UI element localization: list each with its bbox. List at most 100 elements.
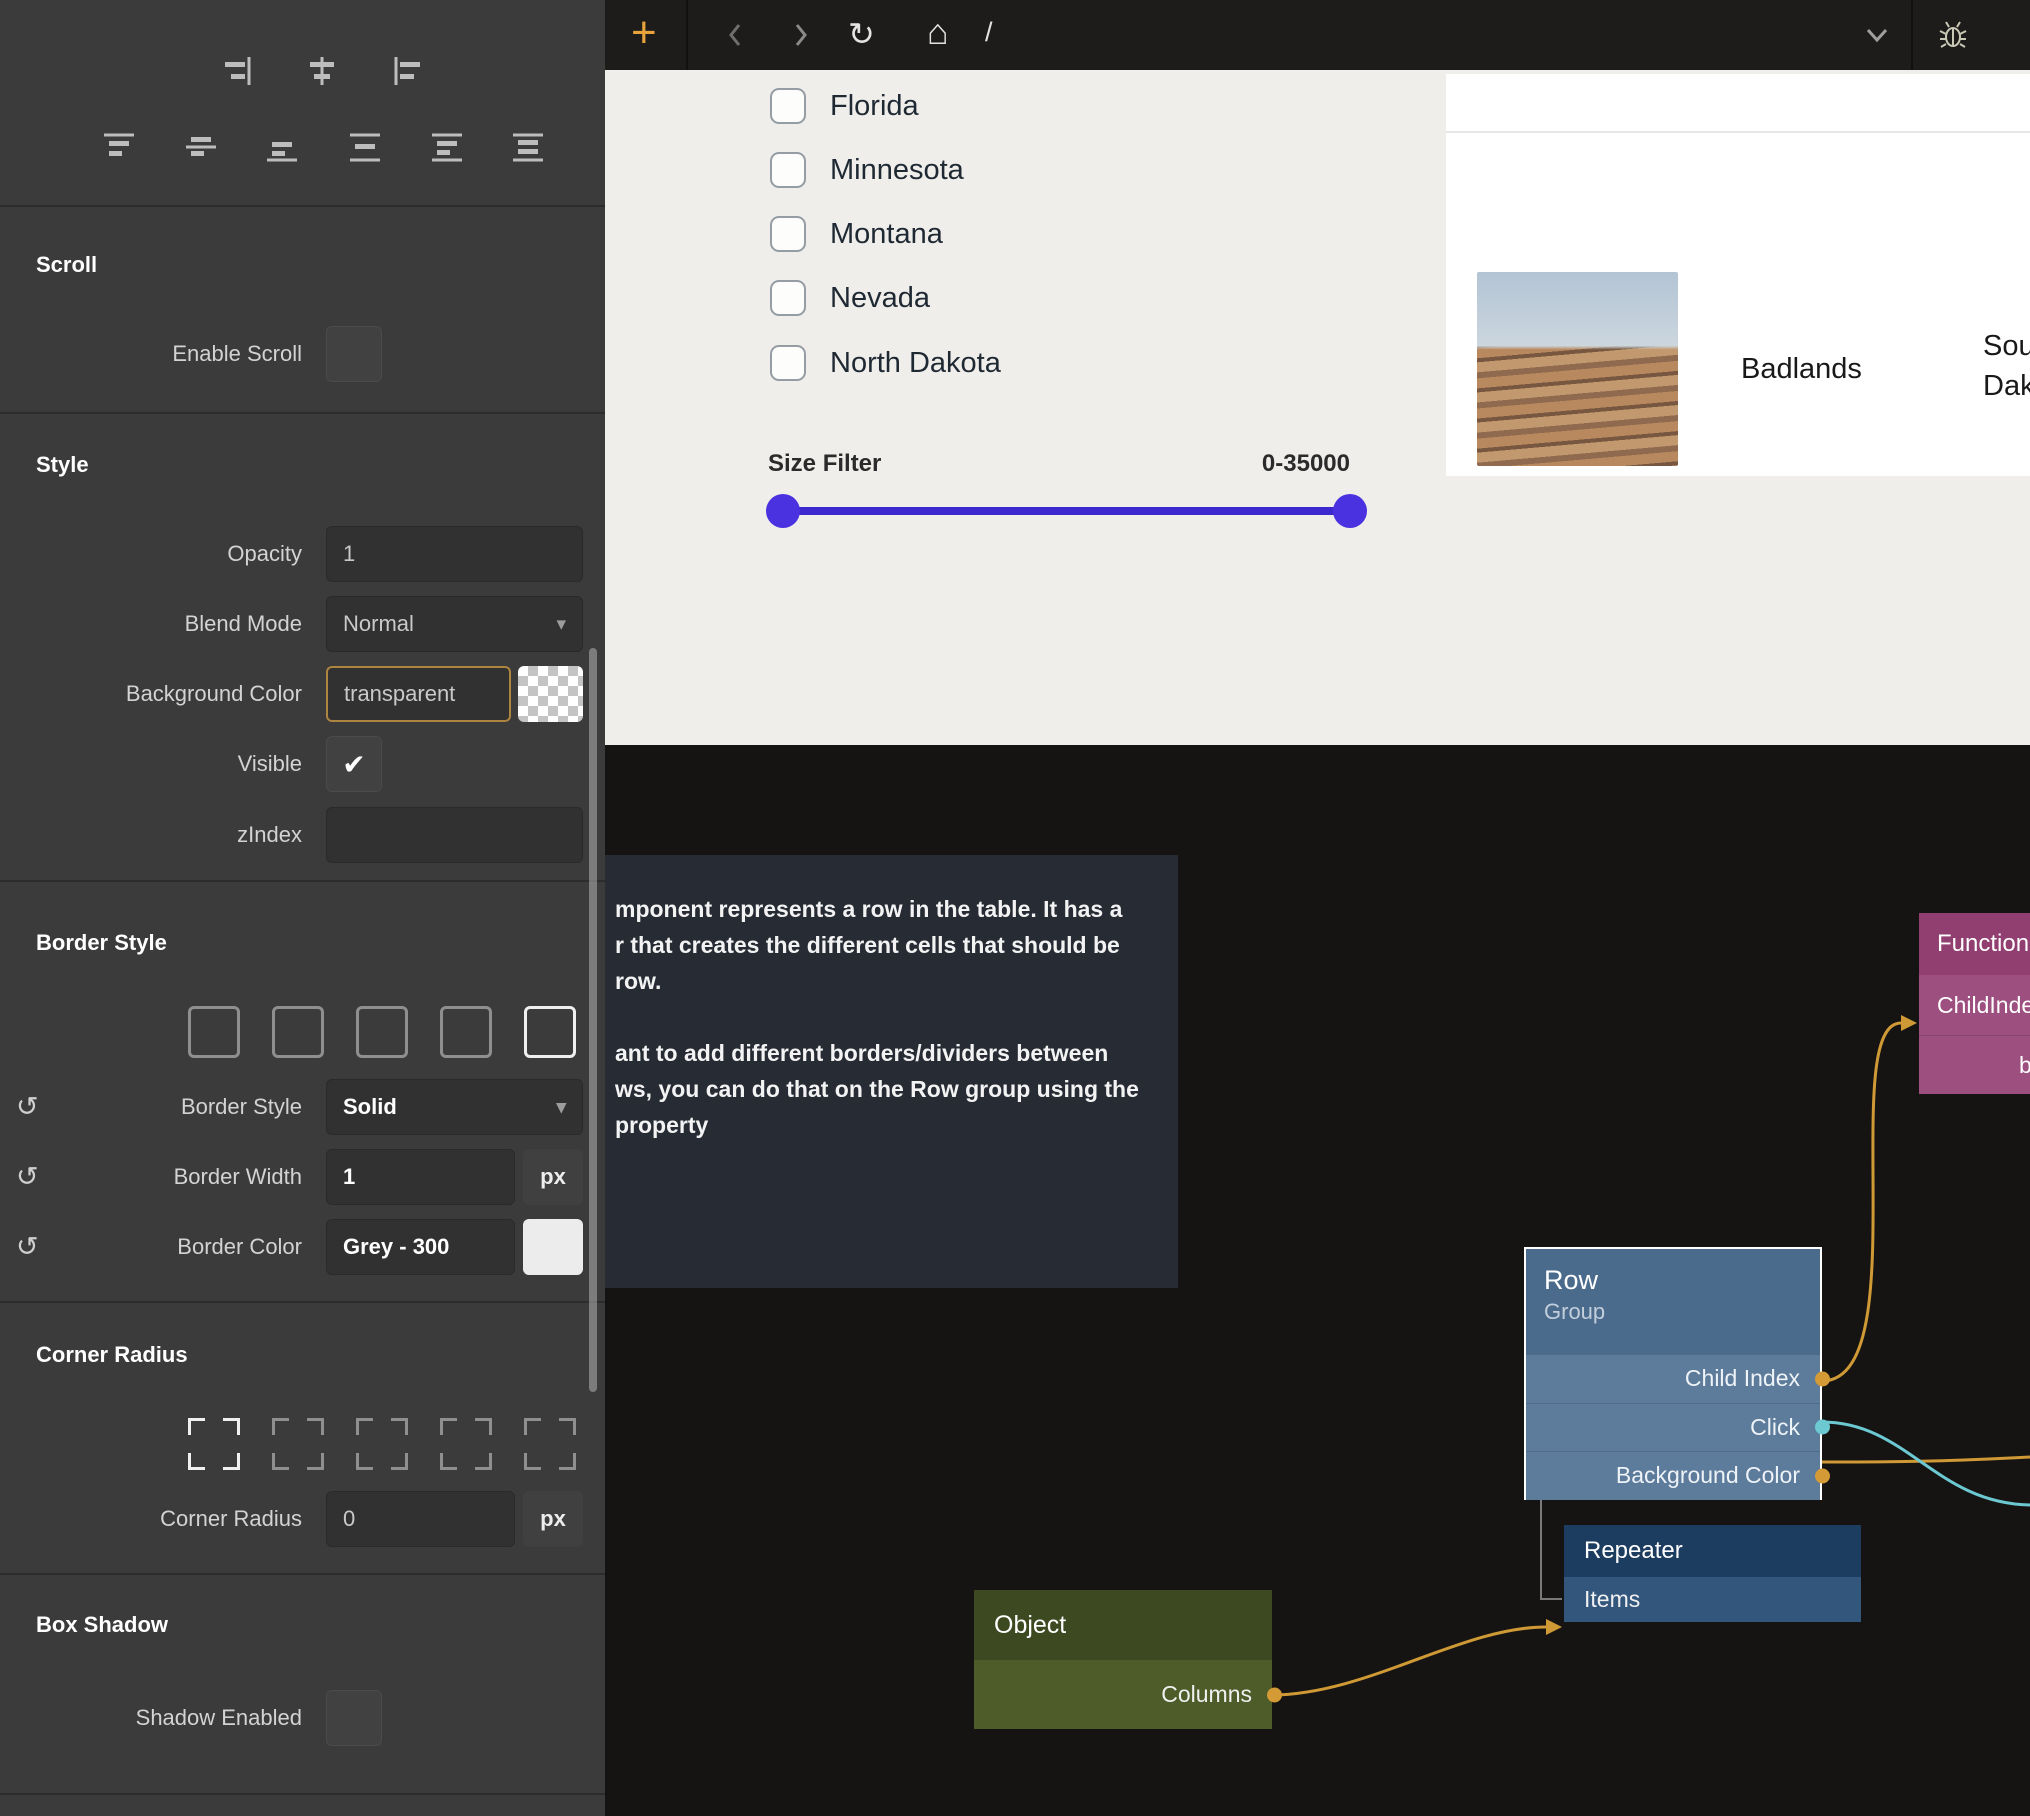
slider-handle-max[interactable] (1333, 494, 1367, 528)
park-state: Sou Dak (1983, 326, 2030, 406)
align-middle-icon[interactable] (182, 129, 220, 165)
checkbox[interactable] (770, 345, 806, 381)
border-style-select[interactable]: Solid ▾ (326, 1079, 583, 1135)
blend-mode-select[interactable]: Normal ▾ (326, 596, 583, 652)
reload-icon[interactable]: ↻ (848, 15, 875, 53)
node-row[interactable]: Row Group Child Index Click Background C… (1524, 1247, 1822, 1500)
forward-icon[interactable] (791, 19, 811, 56)
border-top-icon[interactable] (272, 1006, 324, 1058)
visible-checkbox[interactable]: ✔ (326, 736, 382, 792)
corner-top-right-icon[interactable] (356, 1418, 408, 1470)
node-function[interactable]: Function ChildInde b (1919, 913, 2030, 1094)
align-center-horizontal-icon[interactable] (303, 54, 341, 90)
border-all-icon[interactable] (188, 1006, 240, 1058)
checkbox[interactable] (770, 152, 806, 188)
background-color-swatch[interactable] (518, 666, 583, 722)
port-click[interactable]: Click (1526, 1403, 1820, 1452)
border-width-input[interactable]: 1 (326, 1149, 515, 1205)
add-tab-button[interactable]: + (631, 0, 657, 66)
border-width-row: ↺ Border Width 1 px (0, 1149, 605, 1205)
node-row-header[interactable]: Row Group (1526, 1249, 1820, 1355)
checkbox-row[interactable]: Montana (770, 216, 943, 252)
background-color-input[interactable]: transparent (326, 666, 511, 722)
opacity-input[interactable]: 1 (326, 526, 583, 582)
debug-icon[interactable] (1936, 18, 1970, 57)
corner-radius-unit[interactable]: px (523, 1491, 583, 1547)
port-dot[interactable] (1815, 1371, 1830, 1386)
blend-mode-label: Blend Mode (0, 596, 302, 652)
corner-bottom-right-icon[interactable] (524, 1418, 576, 1470)
align-top-icon[interactable] (100, 129, 138, 165)
corner-top-left-icon[interactable] (272, 1418, 324, 1470)
result-table: Badlands Sou Dak (1446, 74, 2030, 476)
sidebar-scrollbar[interactable] (589, 648, 597, 1392)
enable-scroll-checkbox[interactable] (326, 326, 382, 382)
zindex-row: zIndex (0, 807, 605, 863)
chevron-down-icon[interactable] (1863, 21, 1891, 54)
app-preview: + ↻ ⌂ / Florida (605, 0, 2030, 745)
space-between-icon[interactable] (509, 129, 547, 165)
corner-radius-input[interactable]: 0 (326, 1491, 515, 1547)
toolbar-divider (1911, 0, 1913, 70)
corner-bottom-left-icon[interactable] (440, 1418, 492, 1470)
shadow-enabled-label: Shadow Enabled (0, 1690, 302, 1746)
node-title[interactable]: Object (974, 1590, 1272, 1660)
port-dot[interactable] (1815, 1468, 1830, 1483)
back-icon[interactable] (725, 19, 745, 56)
corner-radius-label: Corner Radius (0, 1491, 302, 1547)
distribute-vertical-icon[interactable] (428, 129, 466, 165)
port-child-index[interactable]: Child Index (1526, 1355, 1820, 1403)
port-dot[interactable] (1815, 1420, 1830, 1435)
home-icon[interactable]: ⌂ (927, 11, 949, 53)
port-columns[interactable]: Columns (974, 1660, 1272, 1729)
checkbox-label: North Dakota (830, 347, 1001, 380)
checkbox[interactable] (770, 216, 806, 252)
checkbox[interactable] (770, 88, 806, 124)
style-section-title: Style (36, 452, 89, 478)
node-title: Row (1544, 1265, 1820, 1296)
border-bottom-icon[interactable] (440, 1006, 492, 1058)
checkbox-row[interactable]: Minnesota (770, 152, 964, 188)
divider (0, 1793, 605, 1795)
slider-track[interactable] (783, 507, 1350, 515)
node-editor-canvas[interactable]: mponent represents a row in the table. I… (605, 745, 2030, 1816)
border-style-value: Solid (343, 1094, 397, 1120)
port-second-input[interactable]: b (1919, 1035, 2030, 1094)
align-left-icon[interactable] (389, 54, 427, 90)
node-title[interactable]: Function (1919, 913, 2030, 975)
border-color-input[interactable]: Grey - 300 (326, 1219, 515, 1275)
stretch-vertical-icon[interactable] (346, 129, 384, 165)
border-color-swatch[interactable] (523, 1219, 583, 1275)
zindex-input[interactable] (326, 807, 583, 863)
checkbox-row[interactable]: North Dakota (770, 345, 1001, 381)
border-width-unit[interactable]: px (523, 1149, 583, 1205)
toolbar-divider (686, 0, 688, 70)
divider (0, 205, 605, 207)
border-width-value: 1 (343, 1164, 355, 1190)
slider-handle-min[interactable] (766, 494, 800, 528)
align-right-icon[interactable] (218, 54, 256, 90)
url-path[interactable]: / (985, 17, 993, 48)
border-left-icon[interactable] (524, 1006, 576, 1058)
node-subtitle: Group (1544, 1299, 1820, 1325)
node-object[interactable]: Object Columns (974, 1590, 1272, 1729)
checkbox[interactable] (770, 280, 806, 316)
shadow-enabled-checkbox[interactable] (326, 1690, 382, 1746)
visible-label: Visible (0, 736, 302, 792)
port-dot[interactable] (1267, 1687, 1282, 1702)
port-items[interactable]: Items (1564, 1577, 1861, 1622)
port-background-color[interactable]: Background Color (1526, 1451, 1820, 1500)
blend-mode-row: Blend Mode Normal ▾ (0, 596, 605, 652)
park-name: Badlands (1741, 353, 1862, 386)
checkbox-row[interactable]: Florida (770, 88, 919, 124)
node-title[interactable]: Repeater (1564, 1525, 1861, 1577)
node-repeater[interactable]: Repeater Items (1564, 1525, 1861, 1622)
corner-radius-value: 0 (343, 1506, 355, 1532)
port-child-index-input[interactable]: ChildInde (1919, 975, 2030, 1035)
checkbox-row[interactable]: Nevada (770, 280, 930, 316)
chevron-down-icon: ▾ (556, 1096, 566, 1119)
align-bottom-icon[interactable] (263, 129, 301, 165)
table-row[interactable]: Badlands Sou Dak (1446, 132, 2030, 476)
border-right-icon[interactable] (356, 1006, 408, 1058)
corner-all-icon[interactable] (188, 1418, 240, 1470)
